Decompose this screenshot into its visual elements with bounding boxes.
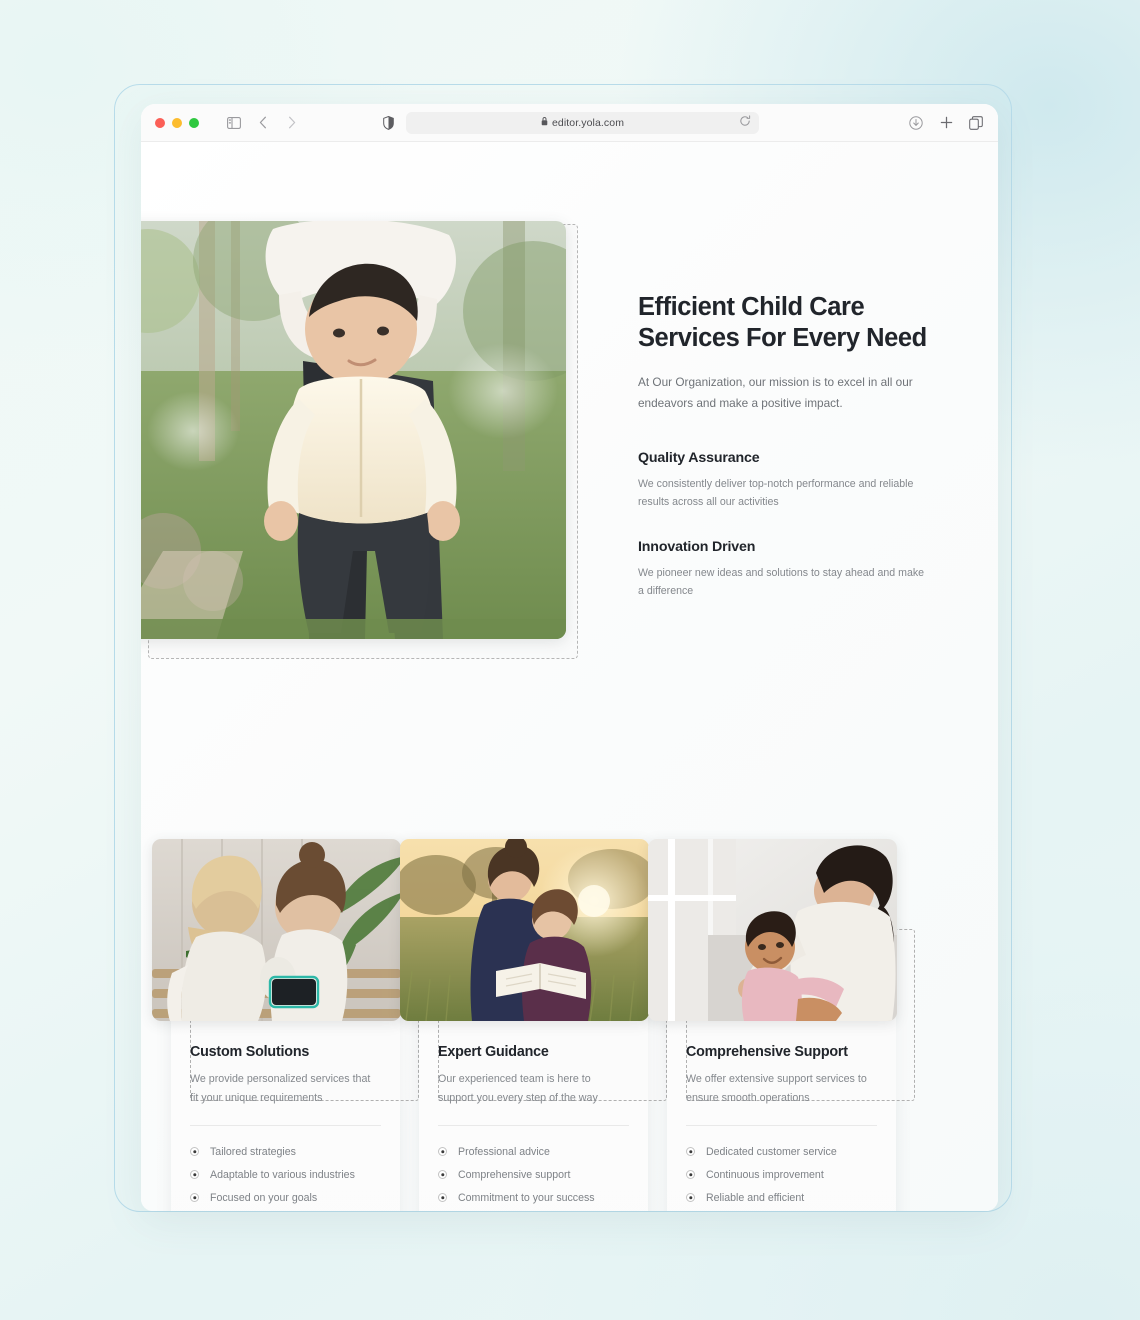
list-item: Focused on your goals — [190, 1186, 381, 1209]
bullet-icon — [438, 1147, 447, 1157]
navigation-controls — [226, 115, 300, 131]
feature-cards-row: Custom Solutions We provide personalized… — [152, 839, 966, 1211]
list-item: Commitment to your success — [438, 1186, 629, 1209]
hero-image-selection-box[interactable] — [141, 221, 578, 659]
website-canvas: Efficient Child Care Services For Every … — [141, 142, 998, 1211]
bullet-icon — [438, 1170, 447, 1180]
reader-mode-icon[interactable] — [380, 115, 396, 131]
feature-card-expert-guidance[interactable]: Expert Guidance Our experienced team is … — [400, 839, 667, 1211]
card-image[interactable] — [648, 839, 897, 1021]
card-image[interactable] — [400, 839, 649, 1021]
hero-feature-quality-assurance: Quality Assurance We consistently delive… — [638, 450, 928, 511]
url-bar[interactable]: editor.yola.com — [406, 111, 759, 134]
list-item: Reliable and efficient — [686, 1186, 877, 1209]
hero-image[interactable] — [141, 221, 566, 639]
list-item-label: Focused on your goals — [210, 1191, 318, 1204]
download-icon[interactable] — [908, 115, 924, 131]
feature-title: Innovation Driven — [638, 539, 756, 556]
browser-window: editor.yola.com Efficient Child Care Ser… — [141, 104, 998, 1211]
list-item: Dedicated customer service — [686, 1140, 877, 1163]
chevron-right-icon[interactable] — [284, 115, 300, 131]
hero-subtitle: At Our Organization, our mission is to e… — [638, 374, 913, 410]
list-item-label: Comprehensive support — [458, 1168, 571, 1181]
lock-icon — [541, 116, 548, 129]
sidebar-icon[interactable] — [226, 115, 242, 131]
card-divider — [438, 1125, 629, 1127]
list-item: Continuous improvement — [686, 1163, 877, 1186]
tabs-overview-icon[interactable] — [968, 115, 984, 131]
list-item-label: Reliable and efficient — [706, 1191, 805, 1204]
feature-title: Quality Assurance — [638, 449, 760, 466]
list-item: Adaptable to various industries — [190, 1163, 381, 1186]
bullet-icon — [190, 1170, 199, 1180]
hero-text-block: Efficient Child Care Services For Every … — [638, 292, 928, 601]
card-image[interactable] — [152, 839, 401, 1021]
list-item-label: Dedicated customer service — [706, 1145, 837, 1158]
bullet-icon — [686, 1170, 695, 1180]
feature-body: We consistently deliver top-notch perfor… — [638, 477, 914, 508]
card-title: Expert Guidance — [438, 1044, 549, 1060]
card-description: We provide personalized services that fi… — [190, 1073, 371, 1104]
card-title: Custom Solutions — [190, 1044, 310, 1060]
bullet-icon — [438, 1193, 447, 1203]
card-divider — [686, 1125, 877, 1127]
list-item-label: Continuous improvement — [706, 1168, 824, 1181]
feature-body: We pioneer new ideas and solutions to st… — [638, 567, 925, 598]
bullet-icon — [686, 1193, 695, 1203]
feature-card-comprehensive-support[interactable]: Comprehensive Support We offer extensive… — [648, 839, 915, 1211]
card-title: Comprehensive Support — [686, 1044, 848, 1060]
list-item: Professional advice — [438, 1140, 629, 1163]
reload-icon[interactable] — [739, 114, 751, 132]
minimize-window-button[interactable] — [172, 117, 182, 128]
list-item-label: Adaptable to various industries — [210, 1168, 355, 1181]
browser-toolbar: editor.yola.com — [141, 104, 998, 142]
card-feature-list: Tailored strategies Adaptable to various… — [190, 1140, 381, 1209]
list-item: Comprehensive support — [438, 1163, 629, 1186]
list-item: Tailored strategies — [190, 1140, 381, 1163]
card-feature-list: Professional advice Comprehensive suppor… — [438, 1140, 629, 1209]
card-description: We offer extensive support services to e… — [686, 1073, 867, 1104]
list-item-label: Commitment to your success — [458, 1191, 595, 1204]
hero-feature-innovation-driven: Innovation Driven We pioneer new ideas a… — [638, 539, 928, 600]
list-item-label: Tailored strategies — [210, 1145, 296, 1158]
close-window-button[interactable] — [155, 117, 165, 128]
feature-card-custom-solutions[interactable]: Custom Solutions We provide personalized… — [152, 839, 419, 1211]
page-title: Efficient Child Care Services For Every … — [638, 293, 927, 353]
bullet-icon — [686, 1147, 695, 1157]
bullet-icon — [190, 1193, 199, 1203]
card-feature-list: Dedicated customer service Continuous im… — [686, 1140, 877, 1209]
bullet-icon — [190, 1147, 199, 1157]
url-text-group: editor.yola.com — [541, 116, 625, 129]
maximize-window-button[interactable] — [189, 117, 199, 128]
card-description: Our experienced team is here to support … — [438, 1073, 598, 1104]
window-controls — [155, 117, 199, 128]
toolbar-right-actions — [908, 115, 984, 131]
plus-icon[interactable] — [938, 115, 954, 131]
chevron-left-icon[interactable] — [255, 115, 271, 131]
card-divider — [190, 1125, 381, 1127]
list-item-label: Professional advice — [458, 1145, 550, 1158]
url-hostname: editor.yola.com — [551, 116, 625, 129]
